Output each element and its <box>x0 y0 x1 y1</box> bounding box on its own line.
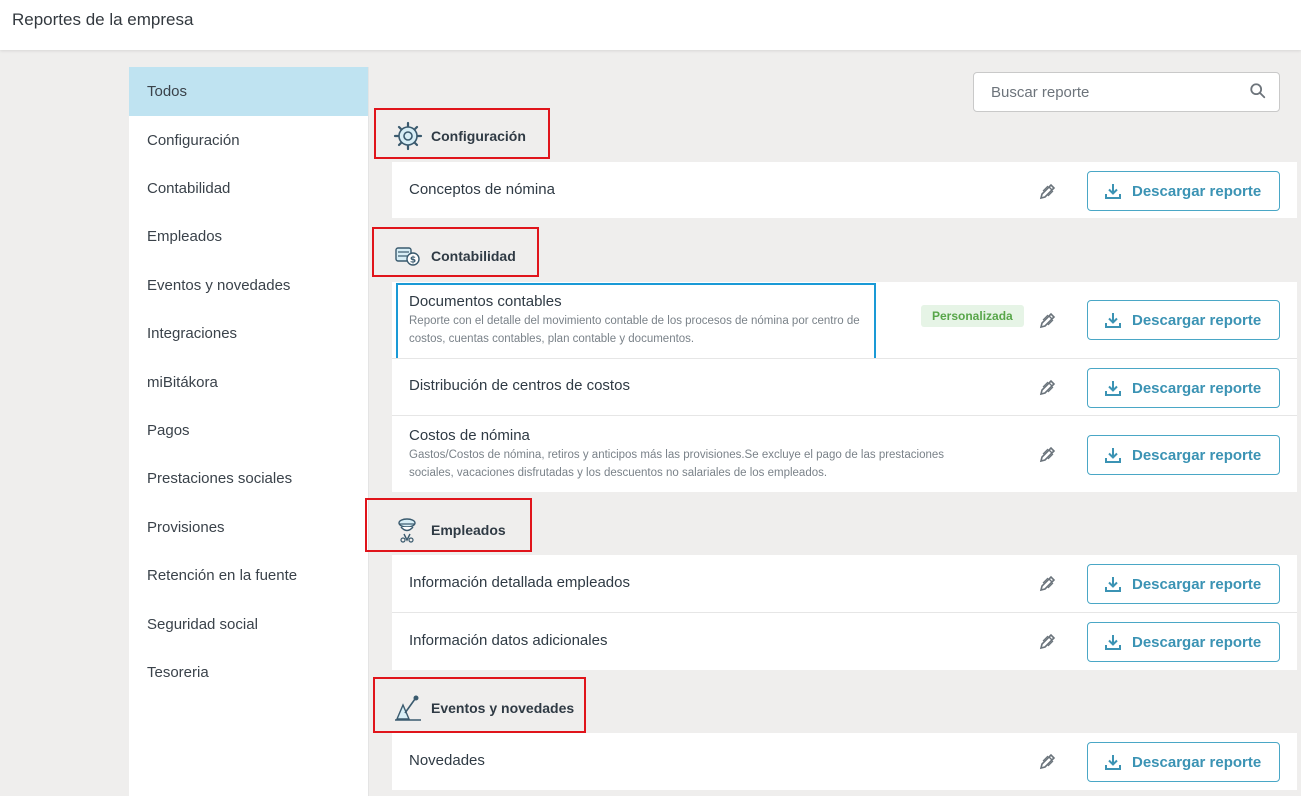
section-heading-empleados: Empleados <box>393 515 506 545</box>
download-icon <box>1105 577 1121 592</box>
gear-icon <box>393 121 423 151</box>
section-title: Contabilidad <box>431 248 516 264</box>
edit-icon[interactable] <box>1038 377 1058 397</box>
download-icon <box>1105 635 1121 650</box>
report-row: Información datos adicionales Descargar … <box>392 613 1297 670</box>
download-report-button[interactable]: Descargar reporte <box>1087 300 1280 340</box>
report-title: Distribución de centros de costos <box>409 377 630 394</box>
report-row: Costos de nómina Gastos/Costos de nómina… <box>392 416 1297 492</box>
report-title: Costos de nómina <box>409 427 530 444</box>
report-title: Novedades <box>409 752 485 769</box>
download-label: Descargar reporte <box>1132 446 1262 464</box>
report-title: Información datos adicionales <box>409 632 608 649</box>
report-title: Información detallada empleados <box>409 574 630 591</box>
download-report-button[interactable]: Descargar reporte <box>1087 435 1280 475</box>
section-title: Eventos y novedades <box>431 700 575 716</box>
download-label: Descargar reporte <box>1132 379 1262 397</box>
download-icon <box>1105 313 1121 328</box>
sidebar: Todos Configuración Contabilidad Emplead… <box>129 67 369 796</box>
employee-icon <box>398 518 416 543</box>
download-report-button[interactable]: Descargar reporte <box>1087 368 1280 408</box>
events-icon <box>395 695 421 721</box>
download-label: Descargar reporte <box>1132 575 1262 593</box>
download-icon <box>1105 448 1121 463</box>
svg-text:$: $ <box>410 256 416 266</box>
report-row: Conceptos de nómina Descargar reporte <box>392 162 1297 218</box>
sidebar-item-provisiones[interactable]: Provisiones <box>129 503 368 551</box>
sidebar-item-contabilidad[interactable]: Contabilidad <box>129 164 368 212</box>
search-icon[interactable] <box>1249 82 1267 100</box>
download-label: Descargar reporte <box>1132 311 1262 329</box>
edit-icon[interactable] <box>1038 444 1058 464</box>
sidebar-item-eventos[interactable]: Eventos y novedades <box>129 261 368 309</box>
sidebar-item-mibitakora[interactable]: miBitákora <box>129 358 368 406</box>
report-description: Gastos/Costos de nómina, retiros y antic… <box>409 449 945 479</box>
page-title: Reportes de la empresa <box>12 10 194 29</box>
download-report-button[interactable]: Descargar reporte <box>1087 622 1280 662</box>
sidebar-item-empleados[interactable]: Empleados <box>129 213 368 261</box>
report-row: Distribución de centros de costos Descar… <box>392 359 1297 415</box>
section-heading-configuracion: Configuración <box>393 121 526 151</box>
search-box <box>973 72 1280 112</box>
report-row: Novedades Descargar reporte <box>392 733 1297 790</box>
sidebar-item-tesoreria[interactable]: Tesoreria <box>129 648 368 696</box>
download-label: Descargar reporte <box>1132 753 1262 771</box>
custom-badge: Personalizada <box>921 305 1024 327</box>
edit-icon[interactable] <box>1038 181 1058 201</box>
section-heading-eventos: Eventos y novedades <box>393 693 574 723</box>
sidebar-item-configuracion[interactable]: Configuración <box>129 116 368 164</box>
highlight-box <box>396 283 876 363</box>
sidebar-item-pagos[interactable]: Pagos <box>129 406 368 454</box>
edit-icon[interactable] <box>1038 573 1058 593</box>
sidebar-item-seguridad-social[interactable]: Seguridad social <box>129 600 368 648</box>
download-label: Descargar reporte <box>1132 182 1262 200</box>
download-report-button[interactable]: Descargar reporte <box>1087 742 1280 782</box>
report-row: Información detallada empleados Descarga… <box>392 555 1297 612</box>
top-bar: Reportes de la empresa <box>0 0 1301 50</box>
download-icon <box>1105 755 1121 770</box>
sidebar-item-integraciones[interactable]: Integraciones <box>129 310 368 358</box>
edit-icon[interactable] <box>1038 631 1058 651</box>
edit-icon[interactable] <box>1038 751 1058 771</box>
download-icon <box>1105 184 1121 199</box>
section-heading-contabilidad: $ Contabilidad <box>393 241 516 271</box>
edit-icon[interactable] <box>1038 310 1058 330</box>
report-title: Conceptos de nómina <box>409 181 555 198</box>
download-report-button[interactable]: Descargar reporte <box>1087 171 1280 211</box>
search-input[interactable] <box>974 73 1244 111</box>
download-report-button[interactable]: Descargar reporte <box>1087 564 1280 604</box>
download-icon <box>1105 381 1121 396</box>
sidebar-item-prestaciones[interactable]: Prestaciones sociales <box>129 455 368 503</box>
section-title: Configuración <box>431 128 526 144</box>
section-title: Empleados <box>431 522 506 538</box>
money-icon: $ <box>395 247 420 266</box>
sidebar-item-todos[interactable]: Todos <box>129 67 368 116</box>
sidebar-item-retencion[interactable]: Retención en la fuente <box>129 552 368 600</box>
download-label: Descargar reporte <box>1132 633 1262 651</box>
